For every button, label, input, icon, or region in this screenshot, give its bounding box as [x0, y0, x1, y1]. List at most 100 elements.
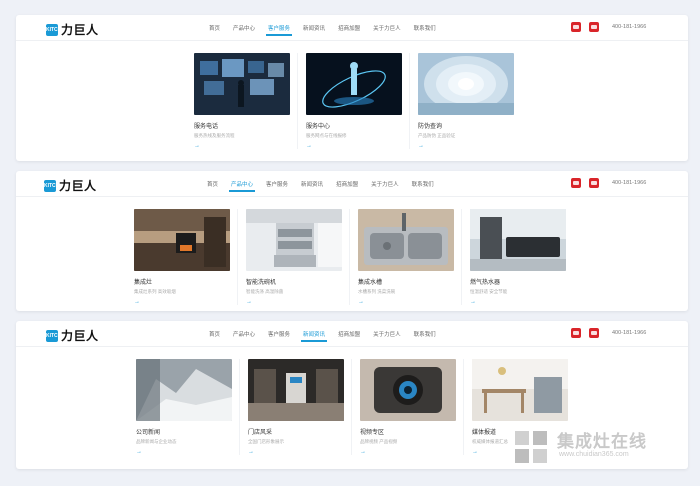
- card-title: 集成灶: [134, 280, 153, 286]
- card-title: 视频专区: [360, 430, 385, 436]
- card-title: 防伪查询: [418, 124, 443, 130]
- card-desc: 集成灶系列 高效吸烟: [134, 289, 176, 294]
- menu-item-news[interactable]: 新闻资讯: [303, 24, 325, 32]
- hotline: 400-181-1966: [612, 180, 647, 186]
- card-company-news[interactable]: 公司新闻 品牌新闻与企业动态 →: [128, 359, 240, 455]
- brand-name: 力巨人: [59, 179, 97, 193]
- card-list: 集成灶 集成灶系列 高效吸烟 → 智能洗碗机 智能洗涤 高温除菌 → 集成水槽 …: [126, 209, 574, 305]
- card-title: 燃气热水器: [470, 280, 501, 286]
- brand-logo[interactable]: KITCHEN 力巨人: [44, 177, 97, 194]
- card-title: 集成水槽: [358, 280, 383, 286]
- card-desc: 品牌视频 产品视频: [360, 439, 398, 444]
- menu-item-home[interactable]: 首页: [207, 180, 218, 188]
- logo-icon: KITCHEN: [46, 329, 68, 342]
- card-service-call[interactable]: 服务电话 服务热线及服务流程 →: [186, 53, 298, 149]
- card-desc: 全国门店形象展示: [248, 439, 284, 444]
- news-panel: KITCHEN 力巨人 首页 产品中心 客户服务 新闻资讯 招商加盟 关于力巨人…: [16, 321, 688, 469]
- card-title: 媒体报道: [472, 430, 497, 436]
- card-store-showcase[interactable]: 门店风采 全国门店形象展示 →: [240, 359, 352, 455]
- menu-item-franchise[interactable]: 招商加盟: [338, 24, 360, 32]
- top-nav: KITCHEN 力巨人 首页 产品中心 客户服务 新闻资讯 招商加盟 关于力巨人…: [16, 15, 688, 41]
- hotline: 400-181-1966: [612, 330, 647, 336]
- brand-logo[interactable]: KITCHEN 力巨人: [46, 327, 99, 344]
- card-video-zone[interactable]: 视频专区 品牌视频 产品视频 →: [352, 359, 464, 455]
- menu-item-service[interactable]: 客户服务: [266, 180, 288, 188]
- weibo-icon[interactable]: [571, 328, 581, 338]
- store-icon[interactable]: [589, 328, 599, 338]
- media-coverage-image: [472, 359, 568, 421]
- logo-icon: KITCHEN: [44, 179, 66, 192]
- menu-item-products[interactable]: 产品中心: [233, 24, 255, 32]
- menu-item-service[interactable]: 客户服务: [266, 24, 293, 36]
- menu-item-home[interactable]: 首页: [209, 24, 220, 32]
- card-sink[interactable]: 集成水槽 水槽系列 洗菜洗碗 →: [350, 209, 462, 305]
- card-list: 公司新闻 品牌新闻与企业动态 → 门店风采 全国门店形象展示 → 视频专区 品牌…: [128, 359, 576, 455]
- company-news-image: [136, 359, 232, 421]
- service-call-image: [194, 53, 290, 115]
- menu-item-service[interactable]: 客户服务: [268, 330, 290, 338]
- more-arrow-icon[interactable]: →: [358, 299, 453, 305]
- card-title: 服务电话: [194, 124, 219, 130]
- card-integrated-stove[interactable]: 集成灶 集成灶系列 高效吸烟 →: [126, 209, 238, 305]
- main-menu: 首页 产品中心 客户服务 新闻资讯 招商加盟 关于力巨人 联系我们: [209, 24, 436, 36]
- weibo-icon[interactable]: [571, 178, 581, 188]
- sink-image: [358, 209, 454, 271]
- hotline: 400-181-1966: [612, 24, 647, 30]
- card-desc: 品牌新闻与企业动态: [136, 439, 177, 444]
- integrated-stove-image: [134, 209, 230, 271]
- top-nav: KITCHEN 力巨人 首页 产品中心 客户服务 新闻资讯 招商加盟 关于力巨人…: [16, 321, 688, 347]
- more-arrow-icon[interactable]: →: [136, 449, 231, 455]
- menu-item-news[interactable]: 新闻资讯: [301, 180, 323, 188]
- menu-item-about[interactable]: 关于力巨人: [373, 330, 401, 338]
- card-anti-counterfeit[interactable]: 防伪查询 产品防伪 正品验证 →: [410, 53, 522, 149]
- dishwasher-image: [246, 209, 342, 271]
- menu-item-contact[interactable]: 联系我们: [414, 24, 436, 32]
- brand-logo[interactable]: KITCHEN 力巨人: [46, 21, 99, 38]
- menu-item-home[interactable]: 首页: [209, 330, 220, 338]
- menu-item-contact[interactable]: 联系我们: [414, 330, 436, 338]
- card-desc: 恒温舒适 安全节能: [470, 289, 508, 294]
- main-menu: 首页 产品中心 客户服务 新闻资讯 招商加盟 关于力巨人 联系我们: [209, 330, 436, 342]
- menu-item-franchise[interactable]: 招商加盟: [338, 330, 360, 338]
- service-panel: KITCHEN 力巨人 首页 产品中心 客户服务 新闻资讯 招商加盟 关于力巨人…: [16, 15, 688, 161]
- more-arrow-icon[interactable]: →: [306, 143, 401, 149]
- store-icon[interactable]: [589, 22, 599, 32]
- more-arrow-icon[interactable]: →: [248, 449, 343, 455]
- weibo-icon[interactable]: [571, 22, 581, 32]
- card-desc: 水槽系列 洗菜洗碗: [358, 289, 396, 294]
- water-heater-image: [470, 209, 566, 271]
- card-desc: 服务热线及服务流程: [194, 133, 235, 138]
- card-service-center[interactable]: 服务中心 服务网点与在线报修 →: [298, 53, 410, 149]
- social-links: [571, 178, 599, 188]
- card-title: 服务中心: [306, 124, 331, 130]
- more-arrow-icon[interactable]: →: [194, 143, 289, 149]
- brand-name: 力巨人: [61, 329, 99, 343]
- store-icon[interactable]: [589, 178, 599, 188]
- card-media-coverage[interactable]: 媒体报道 权威媒体报道汇总 →: [464, 359, 576, 455]
- menu-item-products[interactable]: 产品中心: [229, 180, 256, 192]
- video-zone-image: [360, 359, 456, 421]
- menu-item-franchise[interactable]: 招商加盟: [336, 180, 358, 188]
- service-center-image: [306, 53, 402, 115]
- menu-item-contact[interactable]: 联系我们: [412, 180, 434, 188]
- card-desc: 服务网点与在线报修: [306, 133, 347, 138]
- more-arrow-icon[interactable]: →: [246, 299, 341, 305]
- more-arrow-icon[interactable]: →: [360, 449, 455, 455]
- menu-item-about[interactable]: 关于力巨人: [371, 180, 399, 188]
- card-title: 门店风采: [248, 430, 273, 436]
- products-panel: KITCHEN 力巨人 首页 产品中心 客户服务 新闻资讯 招商加盟 关于力巨人…: [16, 171, 688, 311]
- more-arrow-icon[interactable]: →: [418, 143, 514, 149]
- menu-item-news[interactable]: 新闻资讯: [301, 330, 328, 342]
- more-arrow-icon[interactable]: →: [472, 449, 568, 455]
- menu-item-about[interactable]: 关于力巨人: [373, 24, 401, 32]
- card-title: 智能洗碗机: [246, 280, 277, 286]
- card-dishwasher[interactable]: 智能洗碗机 智能洗涤 高温除菌 →: [238, 209, 350, 305]
- card-water-heater[interactable]: 燃气热水器 恒温舒适 安全节能 →: [462, 209, 574, 305]
- card-desc: 产品防伪 正品验证: [418, 133, 456, 138]
- card-desc: 权威媒体报道汇总: [472, 439, 508, 444]
- main-menu: 首页 产品中心 客户服务 新闻资讯 招商加盟 关于力巨人 联系我们: [207, 180, 434, 192]
- more-arrow-icon[interactable]: →: [134, 299, 229, 305]
- menu-item-products[interactable]: 产品中心: [233, 330, 255, 338]
- more-arrow-icon[interactable]: →: [470, 299, 566, 305]
- social-links: [571, 22, 599, 32]
